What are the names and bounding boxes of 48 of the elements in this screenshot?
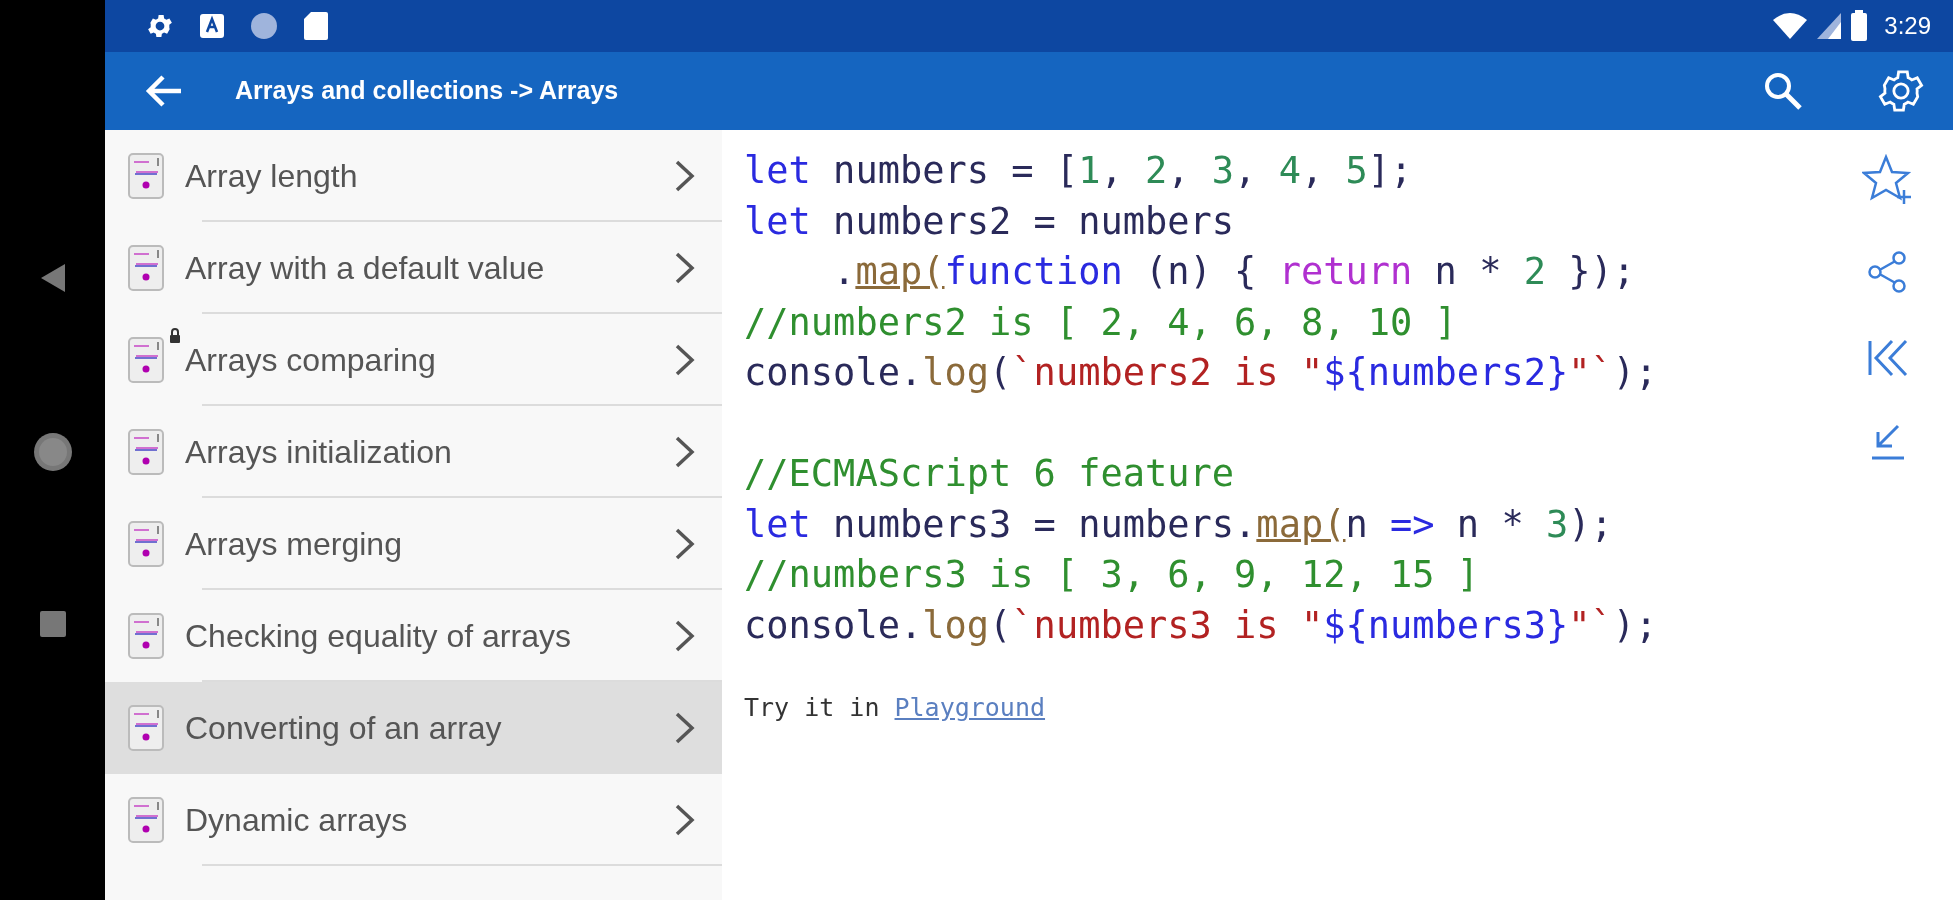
code-file-icon [127,152,167,200]
code-line: .map(function (n) { return n * 2 }); [832,249,1637,295]
code-file-icon [127,336,167,384]
back-arrow-icon[interactable] [145,74,183,108]
chevron-right-icon [674,803,696,837]
chevron-right-icon [674,251,696,285]
topic-item[interactable]: Checking equality of arrays [105,590,722,682]
code-line: console.log(`numbers3 is "${numbers3}"`); [744,602,1659,649]
font-box-icon [199,13,225,39]
clock-time: 3:29 [1884,11,1931,41]
code-line: //numbers2 is [ 2, 4, 6, 8, 10 ] [744,299,1458,346]
code-line: //ECMAScript 6 feature [744,451,1236,497]
code-line: let numbers3 = numbers.map(n => n * 3); [744,501,1614,548]
topic-item[interactable]: Dynamic arrays [105,774,722,866]
code-line: let numbers = [1, 2, 3, 4, 5]; [744,148,1414,194]
topic-item[interactable]: Arrays comparing [105,314,722,406]
code-file-icon [127,612,167,660]
circle-icon [249,11,279,41]
topic-item[interactable]: Converting of an array [105,682,722,774]
chevron-right-icon [674,527,696,561]
battery-icon [1850,10,1869,42]
code-line: //numbers3 is [ 3, 6, 9, 12, 15 ] [744,552,1481,598]
topic-item[interactable]: Arrays initialization [105,406,722,498]
topic-item[interactable]: Arrays merging [105,498,722,590]
wifi-icon [1772,12,1809,40]
recents-nav-icon[interactable] [38,610,67,638]
chevron-right-icon [674,711,696,745]
screen-title: Arrays and collections -> Arrays [235,75,619,107]
code-line: console.log(`numbers2 is "${numbers2}"`); [744,350,1659,396]
sd-card-icon [303,11,329,41]
chevron-right-icon [674,159,696,193]
topic-item[interactable]: Array with a default value [105,222,722,314]
code-line: let numbers2 = numbers [744,198,1236,245]
code-file-icon [127,796,167,844]
playground-link[interactable]: Playground [894,693,1046,722]
chevron-right-icon [674,435,696,469]
chevron-right-icon [674,619,696,653]
topic-item[interactable]: Array length [105,130,722,222]
code-file-icon [127,244,167,292]
code-file-icon [127,704,167,752]
chevron-right-icon [674,343,696,377]
code-file-icon [127,428,167,476]
code-file-icon [127,520,167,568]
try-it-text: Try it in Playground [744,692,1046,724]
star-plus-icon[interactable] [1862,154,1914,206]
first-page-icon[interactable] [1866,338,1910,378]
search-icon[interactable] [1763,71,1803,111]
signal-icon [1816,12,1843,40]
